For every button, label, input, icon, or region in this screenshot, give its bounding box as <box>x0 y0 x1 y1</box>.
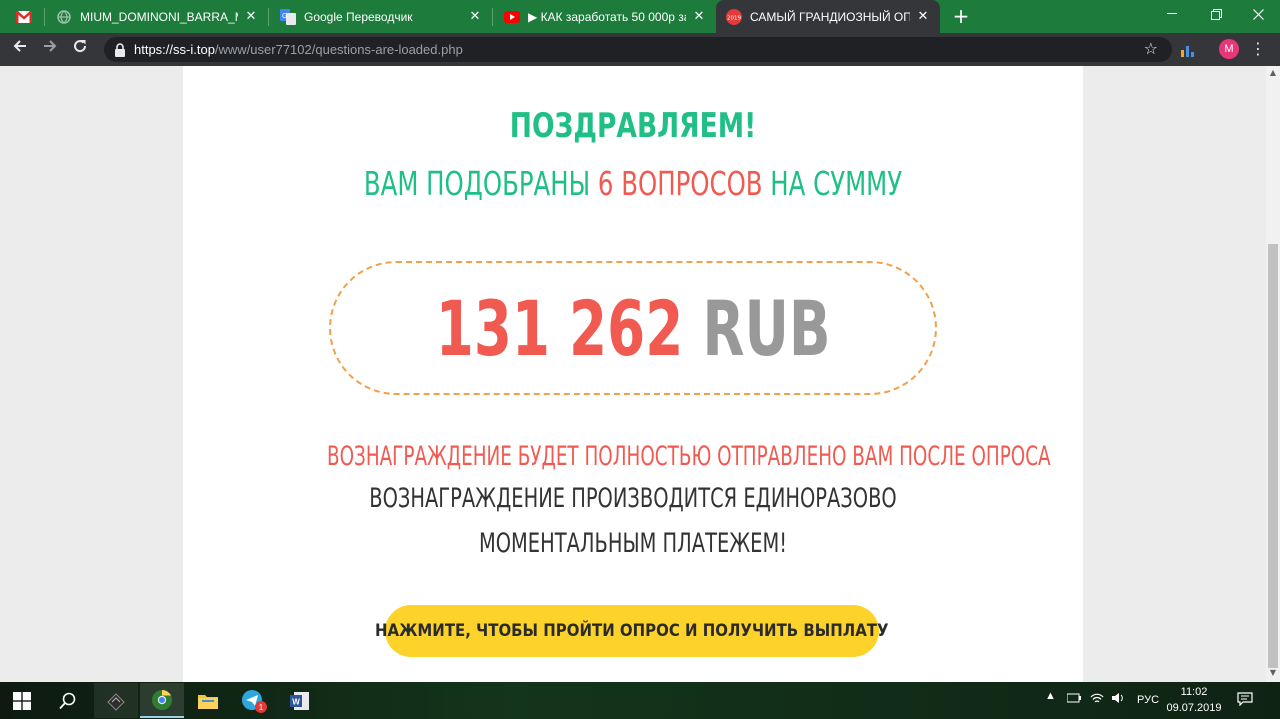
gmail-icon <box>16 9 32 25</box>
back-button[interactable] <box>8 38 32 62</box>
address-bar[interactable]: https://ss-i.top/www/user77102/questions… <box>104 37 1172 62</box>
close-icon[interactable]: ✕ <box>692 9 706 24</box>
clock-date: 09.07.2019 <box>1166 702 1222 714</box>
taskbar-app-chrome[interactable] <box>140 683 184 718</box>
folder-icon <box>198 694 218 709</box>
scroll-up-icon[interactable]: ▲ <box>1268 68 1278 78</box>
close-icon[interactable]: ✕ <box>244 9 258 24</box>
google-translate-icon: G <box>280 8 296 25</box>
cta-label: НАЖМИТЕ, ЧТОБЫ ПРОЙТИ ОПРОС И ПОЛУЧИТЬ В… <box>375 621 889 641</box>
url-text: https://ss-i.top/www/user77102/questions… <box>134 42 463 57</box>
tab-strip: MIUM_DOMINONI_BARRA_MAIS ✕ G Google Пере… <box>0 0 1280 33</box>
profile-avatar[interactable]: M <box>1219 39 1239 59</box>
2019-icon: 2019 <box>726 8 742 25</box>
payment-note-line2: МОМЕНТАЛЬНЫМ ПЛАТЕЖЕМ! <box>478 528 788 559</box>
tab-title: ▶ КАК заработать 50 000р за 2 <box>528 9 686 24</box>
forward-button[interactable] <box>38 38 62 62</box>
youtube-icon <box>504 9 520 25</box>
close-window-button[interactable] <box>1238 0 1278 28</box>
notifications-icon[interactable] <box>1237 692 1253 709</box>
url-host: https://ss-i.top <box>134 42 215 57</box>
tab-survey[interactable]: 2019 САМЫЙ ГРАНДИОЗНЫЙ ОПРО ✕ <box>716 0 940 33</box>
tray-network-icon[interactable] <box>1066 692 1083 707</box>
taskbar-app-word[interactable]: W <box>278 683 322 718</box>
tab-google-translate[interactable]: G Google Переводчик ✕ <box>270 0 492 33</box>
menu-icon[interactable]: ⋮ <box>1250 39 1266 59</box>
scroll-down-icon[interactable]: ▼ <box>1268 668 1278 678</box>
taskbar-app-telegram[interactable]: 1 <box>232 683 276 718</box>
subheading-text: НА СУММУ <box>762 164 903 203</box>
favicon-badge-text: 2019 <box>727 15 741 21</box>
tab-title: MIUM_DOMINONI_BARRA_MAIS <box>80 9 238 24</box>
page-scrollbar[interactable]: ▲ ▼ <box>1266 66 1280 682</box>
taskbar-app-explorer[interactable] <box>186 683 230 718</box>
questions-count: 6 ВОПРОСОВ <box>597 164 763 203</box>
reload-icon <box>74 40 87 53</box>
tab-title: Google Переводчик <box>304 9 413 24</box>
page-viewport: ПОЗДРАВЛЯЕМ! ВАМ ПОДОБРАНЫ 6 ВОПРОСОВ НА… <box>0 66 1266 682</box>
close-icon[interactable]: ✕ <box>916 9 930 24</box>
extension-stats-icon[interactable] <box>1178 40 1198 60</box>
url-path: /www/user77102/questions-are-loaded.php <box>214 42 463 57</box>
survey-card: ПОЗДРАВЛЯЕМ! ВАМ ПОДОБРАНЫ 6 ВОПРОСОВ НА… <box>183 66 1083 682</box>
input-language[interactable]: РУС <box>1137 694 1159 706</box>
app-tool-icon <box>107 692 125 711</box>
subheading-text: ВАМ ПОДОБРАНЫ <box>363 164 598 203</box>
browser-toolbar: https://ss-i.top/www/user77102/questions… <box>0 33 1280 66</box>
taskbar-app-tool[interactable] <box>94 683 138 718</box>
tab-youtube[interactable]: ▶ КАК заработать 50 000р за 2 ✕ <box>494 0 716 33</box>
tab-mium[interactable]: MIUM_DOMINONI_BARRA_MAIS ✕ <box>46 0 268 33</box>
tab-separator <box>44 8 45 26</box>
close-icon[interactable]: ✕ <box>468 9 482 24</box>
tab-separator <box>492 8 493 26</box>
tab-separator <box>268 8 269 26</box>
tab-gmail[interactable] <box>6 0 46 33</box>
lock-icon <box>115 42 125 57</box>
telegram-badge: 1 <box>259 703 264 712</box>
reward-note: ВОЗНАГРАЖДЕНИЕ БУДЕТ ПОЛНОСТЬЮ ОТПРАВЛЕН… <box>327 441 1051 472</box>
taskbar-clock[interactable]: 11:02 09.07.2019 <box>1166 684 1222 716</box>
amount-currency: RUB <box>702 283 831 373</box>
windows-logo-icon <box>13 691 31 710</box>
start-button[interactable] <box>0 683 44 718</box>
chrome-icon <box>152 689 172 710</box>
amount-value: 131 262 <box>435 283 684 373</box>
scrollbar-thumb[interactable] <box>1268 244 1278 668</box>
arrow-left-icon <box>13 40 26 52</box>
restore-button[interactable] <box>1196 0 1236 28</box>
tray-chevron-icon[interactable]: ▲ <box>1045 690 1056 702</box>
windows-taskbar: 1 W ▲ РУС <box>0 682 1280 719</box>
clock-time: 11:02 <box>1180 686 1208 698</box>
page-subheading: ВАМ ПОДОБРАНЫ 6 ВОПРОСОВ НА СУММУ <box>300 164 966 203</box>
amount-badge: 131 262 RUB <box>329 261 937 395</box>
tray-volume-icon[interactable] <box>1111 692 1125 707</box>
tab-title: САМЫЙ ГРАНДИОЗНЫЙ ОПРО <box>750 9 910 24</box>
reward-amount: 131 262 RUB <box>436 284 831 373</box>
page-heading: ПОЗДРАВЛЯЕМ! <box>509 106 757 146</box>
start-survey-button[interactable]: НАЖМИТЕ, ЧТОБЫ ПРОЙТИ ОПРОС И ПОЛУЧИТЬ В… <box>375 605 889 657</box>
payment-note-line1: ВОЗНАГРАЖДЕНИЕ ПРОИЗВОДИТСЯ ЕДИНОРАЗОВО <box>369 483 897 514</box>
search-button[interactable] <box>46 683 90 718</box>
tray-wifi-icon[interactable] <box>1090 692 1104 707</box>
search-icon <box>59 692 76 709</box>
arrow-right-icon <box>44 40 57 52</box>
bookmark-star-icon[interactable]: ☆ <box>1144 39 1158 58</box>
svg-text:G: G <box>282 13 287 20</box>
telegram-icon: 1 <box>242 689 267 713</box>
minimize-button[interactable] <box>1152 0 1192 28</box>
reload-button[interactable] <box>68 38 92 62</box>
globe-icon <box>56 9 72 25</box>
svg-text:W: W <box>292 697 300 706</box>
new-tab-button[interactable]: + <box>950 6 972 28</box>
word-icon: W <box>290 691 309 710</box>
